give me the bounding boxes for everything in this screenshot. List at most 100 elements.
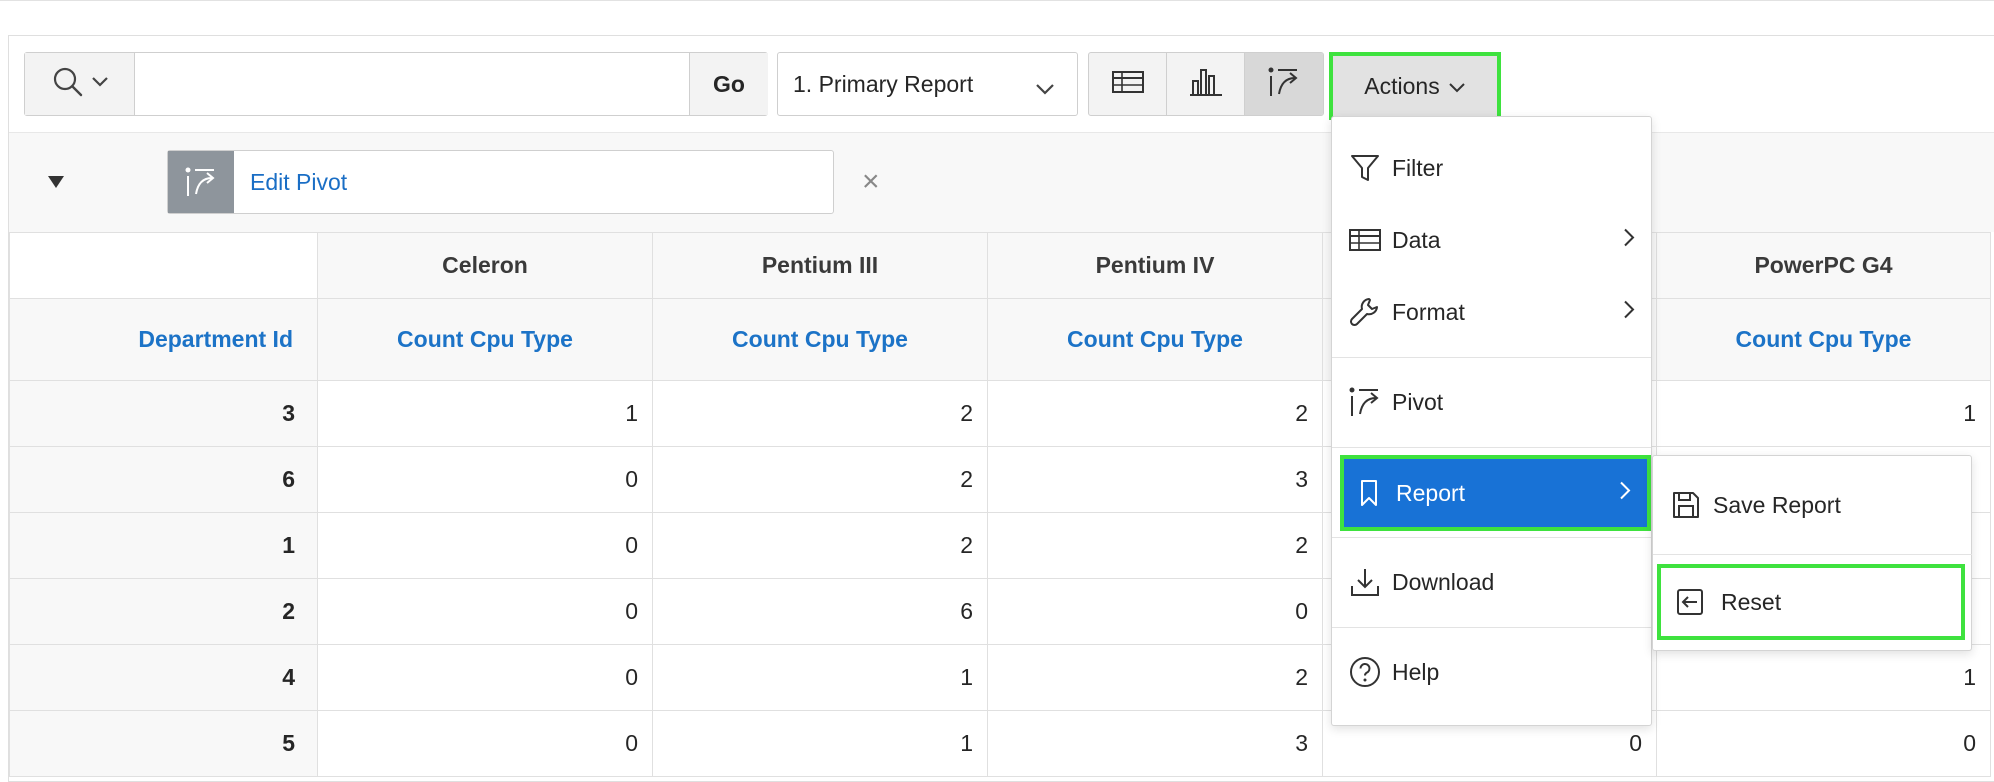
row-header-cell: 5: [9, 710, 318, 777]
saved-report-select[interactable]: 1. Primary Report: [777, 52, 1078, 116]
menu-item-download[interactable]: Download: [1332, 549, 1651, 615]
pivot-column-header: Pentium IV: [987, 232, 1323, 299]
table-cell: 0: [987, 578, 1323, 645]
menu-item-label: Format: [1392, 298, 1465, 325]
view-switcher: [1088, 52, 1324, 116]
table-icon: [1111, 70, 1144, 99]
row-header-cell: 4: [9, 644, 318, 711]
pivot-icon: [1267, 66, 1301, 103]
actions-label: Actions: [1364, 72, 1440, 99]
saved-report-value: 1. Primary Report: [793, 70, 974, 97]
menu-item-reset[interactable]: Reset: [1657, 564, 1965, 640]
table-cell: 0: [317, 446, 653, 513]
table-cell: 3: [987, 710, 1323, 777]
table-cell: 0: [317, 512, 653, 579]
view-pivot-button[interactable]: [1245, 53, 1323, 115]
pivot-column-header: PowerPC G4: [1656, 232, 1991, 299]
table-cell: 6: [652, 578, 988, 645]
actions-menu: Filter Data Format Pivot Report Download…: [1331, 116, 1652, 726]
menu-divider: [1332, 627, 1651, 628]
menu-item-label: Pivot: [1392, 388, 1444, 415]
measure-header-row: Department Id Count Cpu Type Count Cpu T…: [9, 298, 1991, 381]
reset-icon: [1673, 585, 1707, 619]
menu-item-help[interactable]: Help: [1332, 639, 1651, 705]
table-cell: 1: [317, 380, 653, 447]
menu-divider: [1332, 357, 1651, 358]
table-cell: 2: [987, 644, 1323, 711]
report-submenu: Save Report Reset: [1652, 455, 1972, 651]
menu-item-label: Filter: [1392, 154, 1444, 181]
menu-item-label: Report: [1396, 479, 1466, 506]
menu-divider: [1653, 554, 1972, 555]
menu-item-label: Download: [1392, 568, 1495, 595]
download-icon: [1348, 565, 1382, 599]
chevron-down-icon: [1448, 73, 1466, 100]
table-cell: 2: [987, 512, 1323, 579]
chevron-right-icon: [1623, 299, 1635, 326]
menu-divider: [1332, 537, 1651, 538]
measure-header[interactable]: Count Cpu Type: [987, 298, 1323, 381]
pivot-column-header: Pentium III: [652, 232, 988, 299]
bar-chart-icon: [1189, 67, 1223, 102]
menu-item-format[interactable]: Format: [1332, 279, 1651, 345]
table-cell: 2: [652, 380, 988, 447]
top-rule: [0, 0, 1994, 1]
row-header-cell: 2: [9, 578, 318, 645]
help-icon: [1348, 655, 1382, 689]
table-cell: 1: [1656, 644, 1991, 711]
menu-item-filter[interactable]: Filter: [1332, 135, 1651, 201]
menu-item-label: Help: [1392, 658, 1440, 685]
table-cell: 1: [652, 710, 988, 777]
menu-item-pivot[interactable]: Pivot: [1332, 369, 1651, 435]
chevron-right-icon: [1619, 480, 1631, 507]
row-header-department-id[interactable]: Department Id: [9, 298, 318, 381]
pivot-column-header: Celeron: [317, 232, 653, 299]
row-header-cell: 1: [9, 512, 318, 579]
edit-pivot-label: Edit Pivot: [250, 168, 348, 195]
save-icon: [1669, 488, 1703, 522]
view-report-button[interactable]: [1089, 53, 1167, 115]
pivot-icon: [168, 151, 234, 213]
menu-item-data[interactable]: Data: [1332, 207, 1651, 273]
filter-icon: [1348, 151, 1382, 185]
table-cell: 0: [317, 644, 653, 711]
table-cell: 1: [1656, 380, 1991, 447]
table-cell: 2: [652, 512, 988, 579]
table-row: 4 0 1 2 1: [9, 644, 1991, 711]
search-column-menu-button[interactable]: [25, 53, 135, 115]
table-cell: 2: [652, 446, 988, 513]
pivot-header-row: Celeron Pentium III Pentium IV PowerPC G…: [9, 232, 1991, 299]
table-cell: 1: [652, 644, 988, 711]
table-cell: 0: [317, 710, 653, 777]
bookmark-icon: [1352, 476, 1386, 510]
menu-item-label: Save Report: [1713, 491, 1841, 518]
go-button[interactable]: Go: [689, 53, 768, 115]
actions-menu-button[interactable]: Actions: [1329, 52, 1501, 120]
collapse-triangle-icon[interactable]: [48, 175, 64, 193]
measure-header[interactable]: Count Cpu Type: [317, 298, 653, 381]
search-icon: [51, 65, 85, 104]
table-row: 5 0 1 3 0 0: [9, 710, 1991, 777]
table-icon: [1348, 223, 1382, 257]
chevron-down-icon: [1035, 75, 1055, 102]
menu-item-label: Data: [1392, 226, 1441, 253]
menu-item-report[interactable]: Report: [1340, 455, 1651, 531]
search-input[interactable]: [136, 53, 689, 115]
table-row: 3 1 2 2 1: [9, 380, 1991, 447]
corner-cell: [9, 232, 318, 299]
measure-header[interactable]: Count Cpu Type: [1656, 298, 1991, 381]
menu-item-label: Reset: [1721, 588, 1782, 615]
remove-pivot-icon[interactable]: ×: [862, 167, 880, 197]
wrench-icon: [1348, 295, 1382, 329]
table-cell: 2: [987, 380, 1323, 447]
measure-header[interactable]: Count Cpu Type: [652, 298, 988, 381]
pivot-icon: [1348, 385, 1382, 419]
chevron-down-icon: [91, 75, 109, 93]
table-cell: 0: [1656, 710, 1991, 777]
edit-pivot-chip[interactable]: Edit Pivot: [167, 150, 834, 214]
view-chart-button[interactable]: [1167, 53, 1245, 115]
table-cell: 0: [317, 578, 653, 645]
menu-item-save-report[interactable]: Save Report: [1653, 472, 1971, 538]
chevron-right-icon: [1623, 227, 1635, 254]
menu-divider: [1332, 447, 1651, 448]
